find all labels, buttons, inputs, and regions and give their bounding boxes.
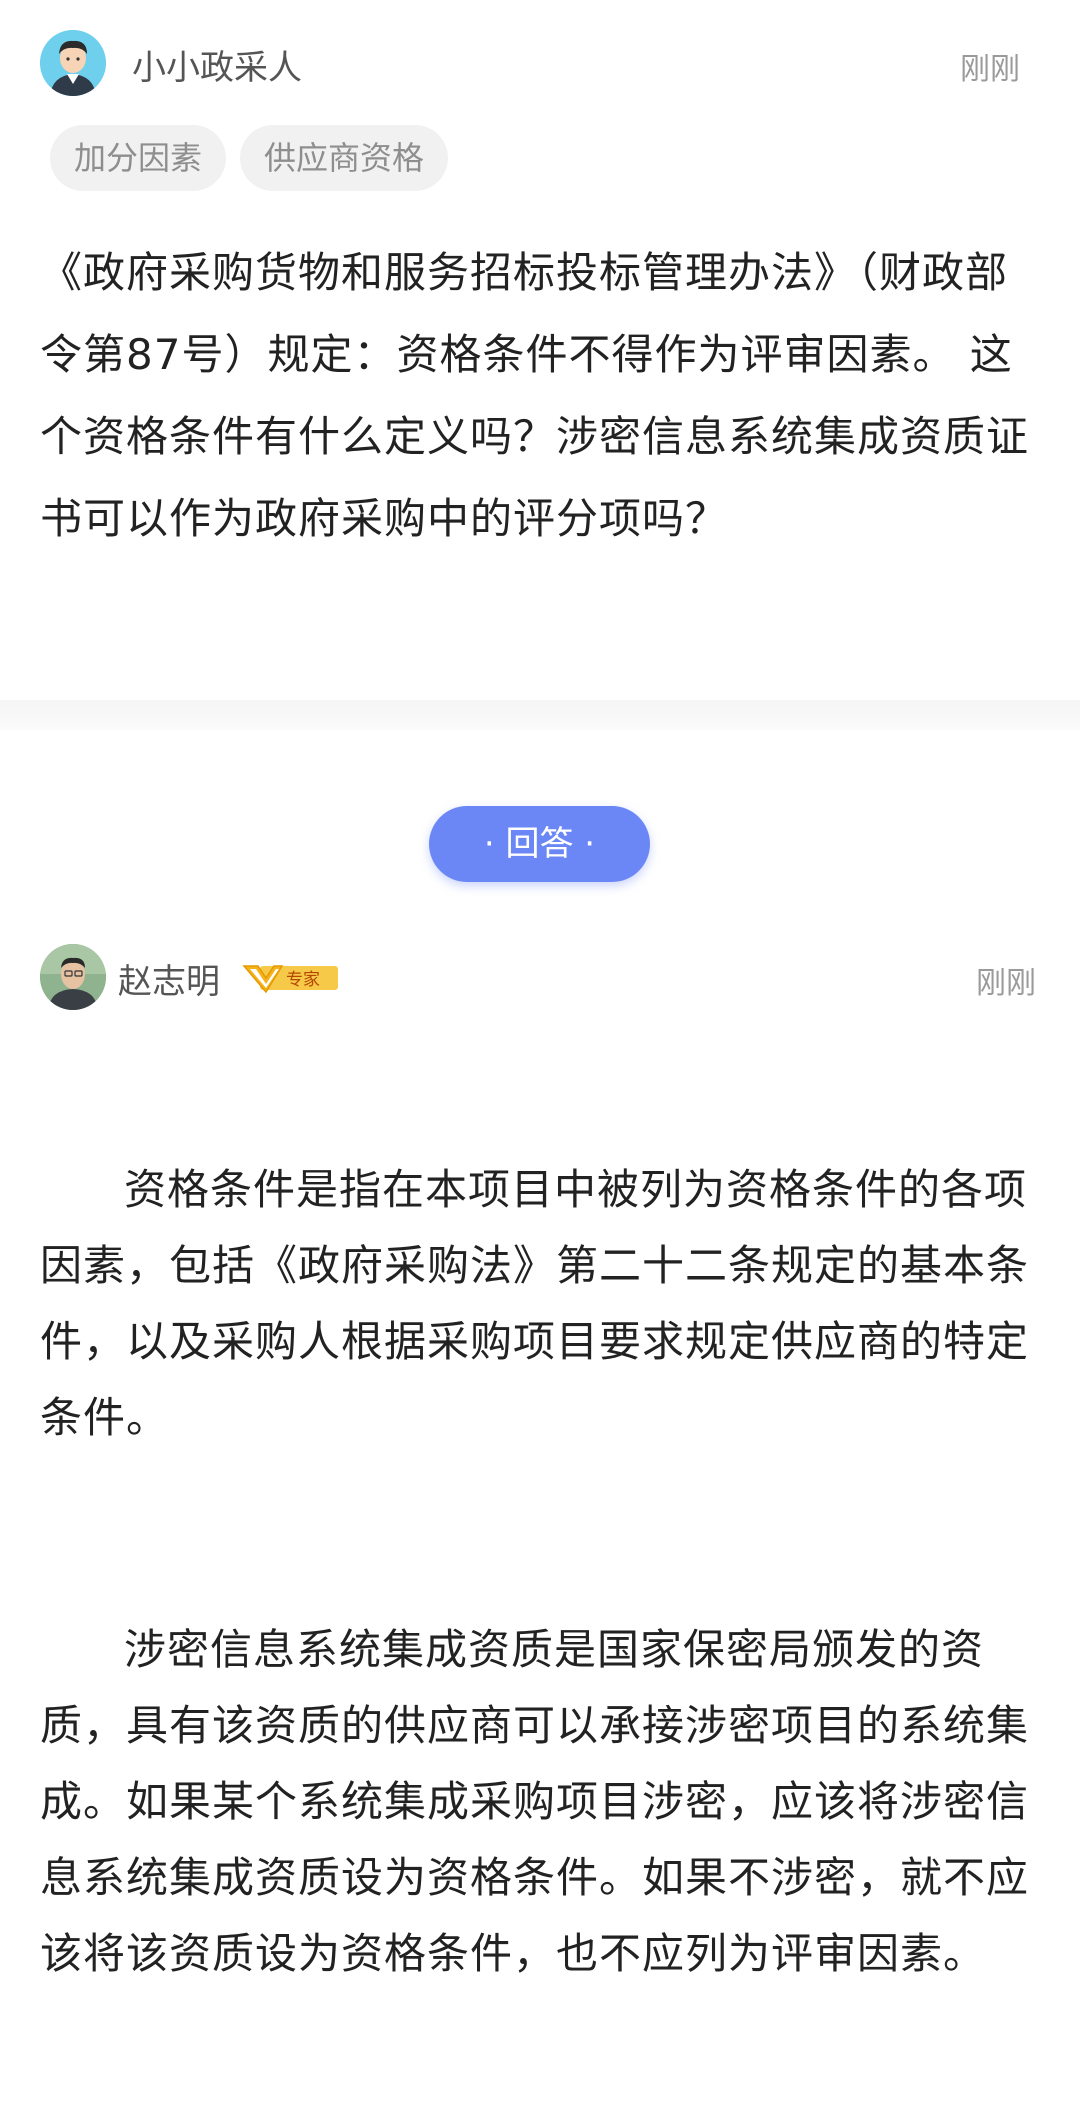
question-text: 《政府采购货物和服务招标投标管理办法》（财政部令第87号）规定：资格条件不得作为… [40,248,1030,543]
expert-badge: 专家 [242,962,340,994]
answer-header: 赵志明 专家 刚刚 [40,944,1040,1014]
question-time: 刚刚 [960,52,1020,87]
expert-v-badge-icon: 专家 [242,965,338,994]
question-author-avatar-icon[interactable] [40,30,106,96]
answer-time: 刚刚 [976,966,1036,1001]
tag-supplier-qualification[interactable]: 供应商资格 [240,125,449,191]
answer-button[interactable]: · 回答 · [429,806,650,882]
tag-list: 加分因素 供应商资格 [50,125,462,191]
question-author-name[interactable]: 小小政采人 [132,40,302,89]
answer-paragraph-2: 涉密信息系统集成资质是国家保密局颁发的资质，具有该资质的供应商可以承接涉密项目的… [40,1625,1030,1978]
answer-author-avatar[interactable] [40,944,106,1010]
expert-badge-label: 专家 [286,970,320,990]
tag-bonus-factors[interactable]: 加分因素 [50,125,227,191]
section-divider [0,700,1080,730]
answer-paragraph-1: 资格条件是指在本项目中被列为资格条件的各项因素，包括《政府采购法》第二十二条规定… [40,1165,1030,1442]
question-header: 小小政采人 刚刚 [40,28,1040,98]
question-card: 小小政采人 刚刚 加分因素 供应商资格 《政府采购货物和服务招标投标管理办法》（财… [0,0,1080,700]
answer-author-name[interactable]: 赵志明 [118,954,220,1003]
